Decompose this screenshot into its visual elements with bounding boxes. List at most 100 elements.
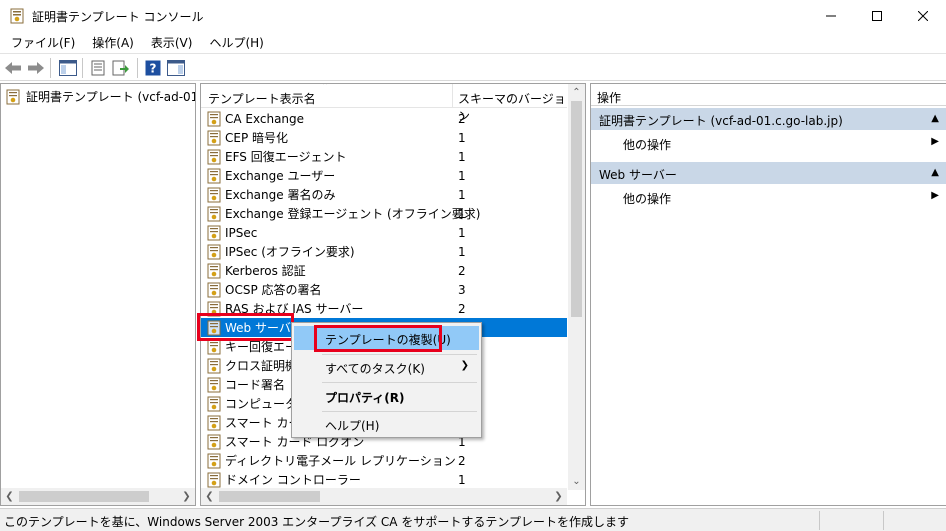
scrollbar-thumb[interactable] bbox=[19, 491, 149, 502]
action-pane-icon bbox=[167, 60, 185, 76]
help-icon: ? bbox=[145, 60, 161, 76]
scroll-right-arrow[interactable]: ❯ bbox=[550, 488, 567, 505]
template-name: EFS 回復エージェント bbox=[225, 150, 347, 164]
back-arrow-icon bbox=[5, 62, 21, 74]
toolbar: ? bbox=[0, 53, 946, 81]
menu-action[interactable]: 操作(A) bbox=[81, 32, 140, 53]
list-vertical-scrollbar[interactable]: ⌃ ⌄ bbox=[568, 84, 585, 490]
scroll-up-arrow[interactable]: ⌃ bbox=[568, 84, 585, 101]
certificate-template-icon bbox=[207, 434, 221, 449]
schema-version: 1 bbox=[458, 244, 466, 259]
tree-horizontal-scrollbar[interactable]: ❮ ❯ bbox=[1, 488, 195, 505]
menu-help[interactable]: ヘルプ(H) bbox=[198, 32, 269, 53]
more-actions-item[interactable]: 他の操作 ▶ bbox=[591, 186, 946, 208]
template-name: IPSec bbox=[225, 225, 258, 240]
help-button[interactable]: ? bbox=[143, 58, 163, 78]
maximize-button[interactable] bbox=[854, 0, 900, 32]
certificate-template-icon bbox=[207, 206, 221, 221]
table-row[interactable]: Kerberos 認証 2 bbox=[201, 261, 567, 280]
collapse-triangle-icon[interactable]: ▲ bbox=[931, 167, 939, 178]
table-row[interactable]: ドメイン コントローラー 1 bbox=[201, 470, 567, 489]
table-row[interactable]: ディレクトリ電子メール レプリケーション 2 bbox=[201, 451, 567, 470]
scroll-left-arrow[interactable]: ❮ bbox=[201, 488, 218, 505]
table-row[interactable]: CEP 暗号化 1 bbox=[201, 128, 567, 147]
menu-properties[interactable]: プロパティ(R) bbox=[294, 384, 479, 408]
menu-separator bbox=[322, 382, 477, 383]
minimize-button[interactable] bbox=[808, 0, 854, 32]
schema-version: 2 bbox=[458, 263, 466, 278]
actions-section-templates[interactable]: 証明書テンプレート (vcf-ad-01.c.go-lab.jp) ▲ bbox=[591, 108, 946, 130]
certificate-template-icon bbox=[207, 472, 221, 487]
back-button[interactable] bbox=[3, 58, 23, 78]
table-row[interactable]: IPSec 1 bbox=[201, 223, 567, 242]
certificate-template-icon bbox=[207, 377, 221, 392]
toolbar-separator bbox=[137, 58, 138, 78]
scrollbar-thumb[interactable] bbox=[571, 101, 582, 317]
column-header-version[interactable]: スキーマのバージョン bbox=[453, 84, 567, 123]
certificate-template-icon bbox=[207, 149, 221, 164]
table-row[interactable]: Exchange ユーザー 1 bbox=[201, 166, 567, 185]
submenu-arrow-icon: ▶ bbox=[931, 190, 939, 201]
schema-version: 1 bbox=[458, 168, 466, 183]
table-row[interactable]: OCSP 応答の署名 3 bbox=[201, 280, 567, 299]
show-hide-console-tree-button[interactable] bbox=[58, 58, 78, 78]
more-actions-item[interactable]: 他の操作 ▶ bbox=[591, 132, 946, 154]
table-row[interactable]: CA Exchange 2 bbox=[201, 109, 567, 128]
actions-header: 操作 bbox=[591, 84, 946, 106]
schema-version: 1 bbox=[458, 225, 466, 240]
menu-view[interactable]: 表示(V) bbox=[140, 32, 199, 53]
scroll-down-arrow[interactable]: ⌄ bbox=[568, 473, 585, 490]
list-horizontal-scrollbar[interactable]: ❮ ❯ bbox=[201, 488, 567, 505]
table-row[interactable]: Exchange 登録エージェント (オフライン要求) 1 bbox=[201, 204, 567, 223]
template-name: Exchange 登録エージェント (オフライン要求) bbox=[225, 207, 481, 221]
certificate-template-icon bbox=[207, 282, 221, 297]
window-title: 証明書テンプレート コンソール bbox=[32, 10, 204, 24]
table-row[interactable]: EFS 回復エージェント 1 bbox=[201, 147, 567, 166]
show-hide-action-pane-button[interactable] bbox=[166, 58, 186, 78]
tree-root-certificate-templates[interactable]: 証明書テンプレート (vcf-ad-01.c.go bbox=[5, 88, 195, 105]
collapse-triangle-icon[interactable]: ▲ bbox=[931, 113, 939, 124]
schema-version: 1 bbox=[458, 149, 466, 164]
table-row[interactable]: Exchange 署名のみ 1 bbox=[201, 185, 567, 204]
close-button[interactable] bbox=[900, 0, 946, 32]
export-list-button[interactable] bbox=[111, 58, 131, 78]
console-tree-pane: 証明書テンプレート (vcf-ad-01.c.go ❮ ❯ bbox=[0, 83, 196, 506]
schema-version: 2 bbox=[458, 301, 466, 316]
properties-button[interactable] bbox=[88, 58, 108, 78]
certificate-template-icon bbox=[207, 244, 221, 259]
certificate-template-icon bbox=[207, 225, 221, 240]
annotation-highlight-menu bbox=[314, 325, 442, 352]
submenu-arrow-icon: ❯ bbox=[460, 360, 469, 371]
scroll-left-arrow[interactable]: ❮ bbox=[1, 488, 18, 505]
console-icon bbox=[10, 8, 24, 24]
properties-icon bbox=[91, 60, 105, 76]
template-name: Exchange 署名のみ bbox=[225, 188, 336, 202]
table-row[interactable]: IPSec (オフライン要求) 1 bbox=[201, 242, 567, 261]
certificate-template-icon bbox=[207, 453, 221, 468]
certificate-template-icon bbox=[207, 415, 221, 430]
template-name: CA Exchange bbox=[225, 111, 305, 126]
sort-ascending-icon: ⌃ bbox=[321, 83, 330, 92]
certificate-template-icon bbox=[207, 111, 221, 126]
actions-section-web-server[interactable]: Web サーバー ▲ bbox=[591, 162, 946, 184]
template-name: Exchange ユーザー bbox=[225, 169, 336, 183]
export-list-icon bbox=[112, 60, 129, 76]
annotation-highlight-row bbox=[197, 313, 294, 341]
template-name: CEP 暗号化 bbox=[225, 131, 289, 145]
menu-help-item[interactable]: ヘルプ(H) bbox=[294, 412, 479, 436]
scrollbar-thumb[interactable] bbox=[219, 491, 320, 502]
menu-all-tasks[interactable]: すべてのタスク(K) ❯ bbox=[294, 355, 479, 379]
maximize-icon bbox=[872, 11, 882, 21]
forward-button[interactable] bbox=[26, 58, 46, 78]
scroll-right-arrow[interactable]: ❯ bbox=[178, 488, 195, 505]
template-list-pane: テンプレート表示名 ⌃ スキーマのバージョン CA Exchange 2 CEP 暗… bbox=[200, 83, 586, 506]
schema-version: 1 bbox=[458, 472, 466, 487]
certificate-template-icon bbox=[207, 263, 221, 278]
template-name: ディレクトリ電子メール レプリケーション bbox=[225, 454, 456, 468]
menu-bar: ファイル(F) 操作(A) 表示(V) ヘルプ(H) bbox=[0, 32, 946, 53]
actions-section-title: 証明書テンプレート (vcf-ad-01.c.go-lab.jp) bbox=[599, 114, 843, 128]
template-name: OCSP 応答の署名 bbox=[225, 283, 322, 297]
template-name: IPSec (オフライン要求) bbox=[225, 245, 355, 259]
minimize-icon bbox=[826, 15, 836, 17]
menu-file[interactable]: ファイル(F) bbox=[0, 32, 81, 53]
